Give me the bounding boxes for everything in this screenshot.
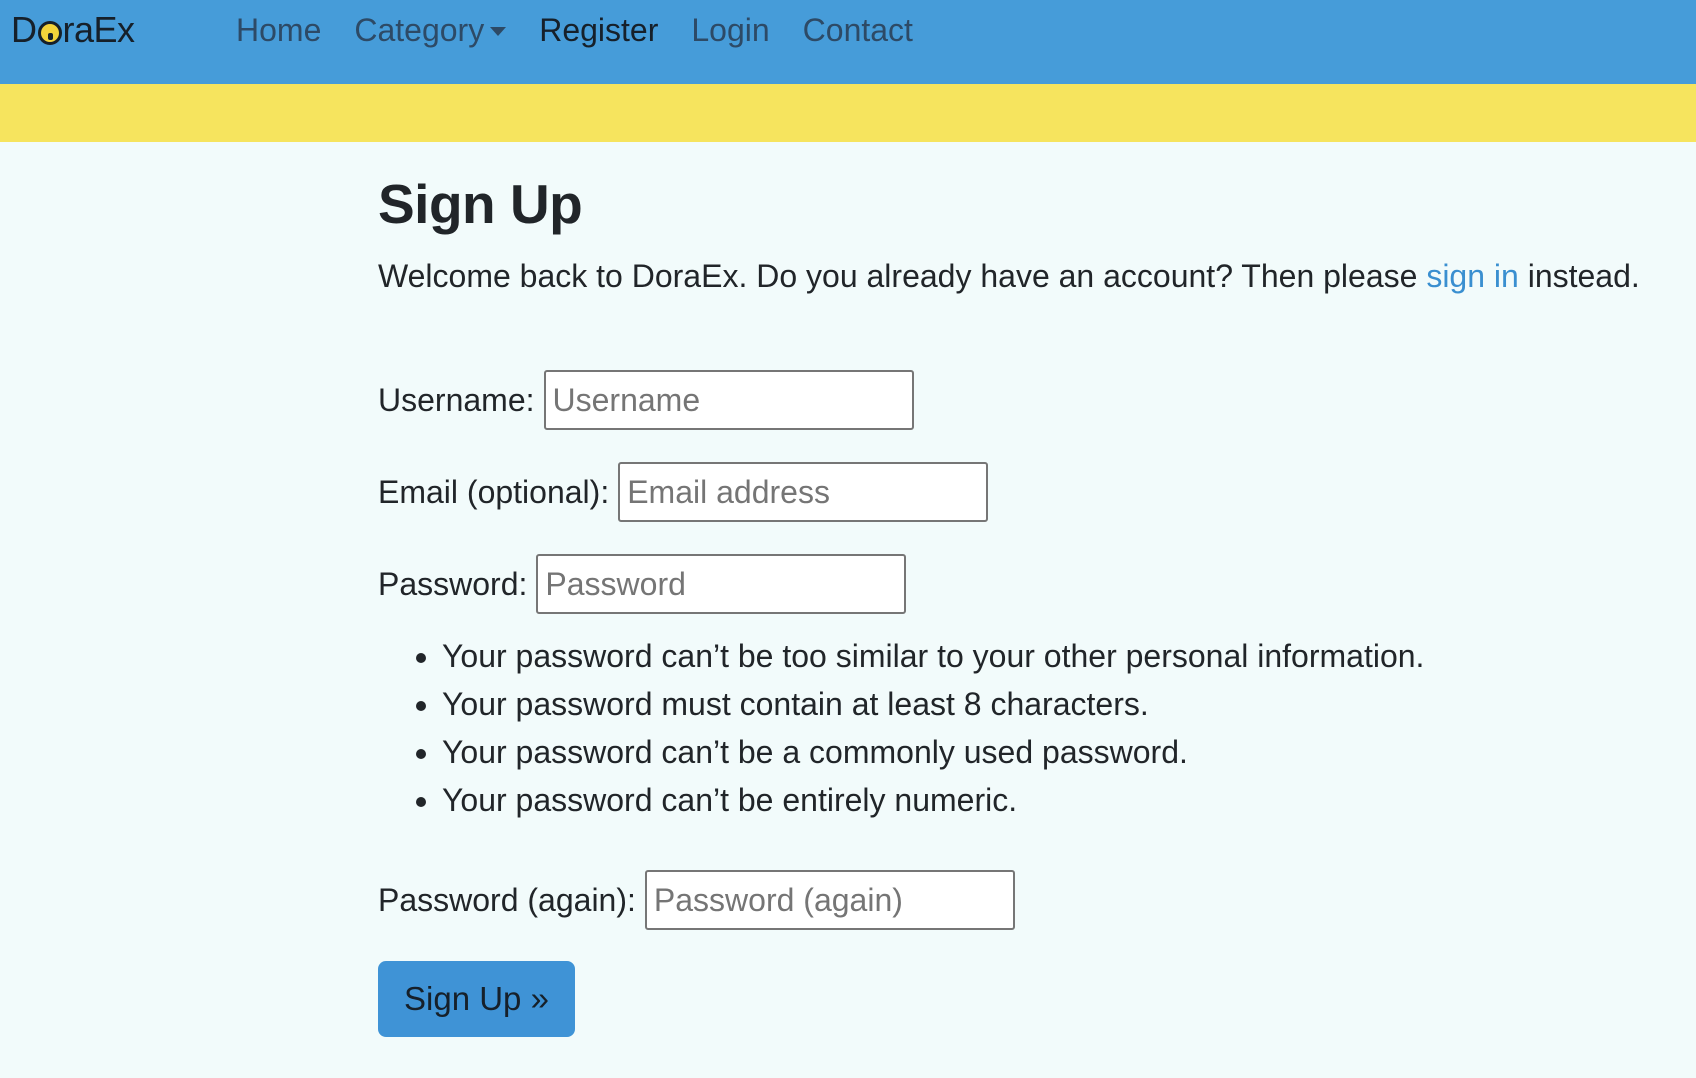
sign-in-link[interactable]: sign in: [1426, 258, 1519, 294]
list-item: Your password can’t be entirely numeric.: [442, 776, 1424, 824]
list-item: Your password can’t be too similar to yo…: [442, 632, 1424, 680]
nav-category-dropdown[interactable]: Category: [354, 9, 507, 51]
caret-down-icon: [490, 26, 507, 36]
password-input[interactable]: [536, 554, 907, 614]
yellow-banner: [0, 84, 1696, 142]
brand-logo[interactable]: DraEx: [11, 9, 135, 51]
nav-login[interactable]: Login: [691, 9, 769, 51]
password-row: Password:: [378, 554, 907, 614]
username-label: Username:: [378, 381, 535, 418]
email-label: Email (optional):: [378, 473, 610, 510]
intro-tail: instead.: [1518, 258, 1640, 294]
password-label: Password:: [378, 565, 528, 602]
brand-prefix: D: [11, 9, 37, 50]
doraemon-bell-icon: [37, 21, 62, 45]
password-again-label: Password (again):: [378, 881, 636, 918]
nav-home[interactable]: Home: [236, 9, 321, 51]
email-row: Email (optional):: [378, 462, 989, 522]
intro-lead: Welcome back to DoraEx. Do you already h…: [378, 258, 1427, 294]
nav-links: Home Category Register Login Contact: [236, 9, 946, 51]
brand-suffix: raEx: [62, 9, 136, 50]
navbar: DraEx Home Category Register Login Conta…: [0, 0, 1696, 84]
email-input[interactable]: [618, 462, 989, 522]
password-again-row: Password (again):: [378, 870, 1015, 930]
username-row: Username:: [378, 370, 914, 430]
nav-category-label: Category: [354, 12, 485, 48]
nav-register[interactable]: Register: [539, 9, 658, 51]
intro-text: Welcome back to DoraEx. Do you already h…: [378, 256, 1678, 296]
password-help-list: Your password can’t be too similar to yo…: [378, 632, 1424, 824]
password-again-input[interactable]: [644, 870, 1015, 930]
signup-content: Sign Up Welcome back to DoraEx. Do you a…: [378, 170, 1678, 1037]
page-title: Sign Up: [378, 173, 583, 235]
sign-up-button[interactable]: Sign Up »: [378, 961, 575, 1037]
list-item: Your password must contain at least 8 ch…: [442, 680, 1424, 728]
username-input[interactable]: [543, 370, 914, 430]
nav-contact[interactable]: Contact: [803, 9, 913, 51]
list-item: Your password can’t be a commonly used p…: [442, 728, 1424, 776]
